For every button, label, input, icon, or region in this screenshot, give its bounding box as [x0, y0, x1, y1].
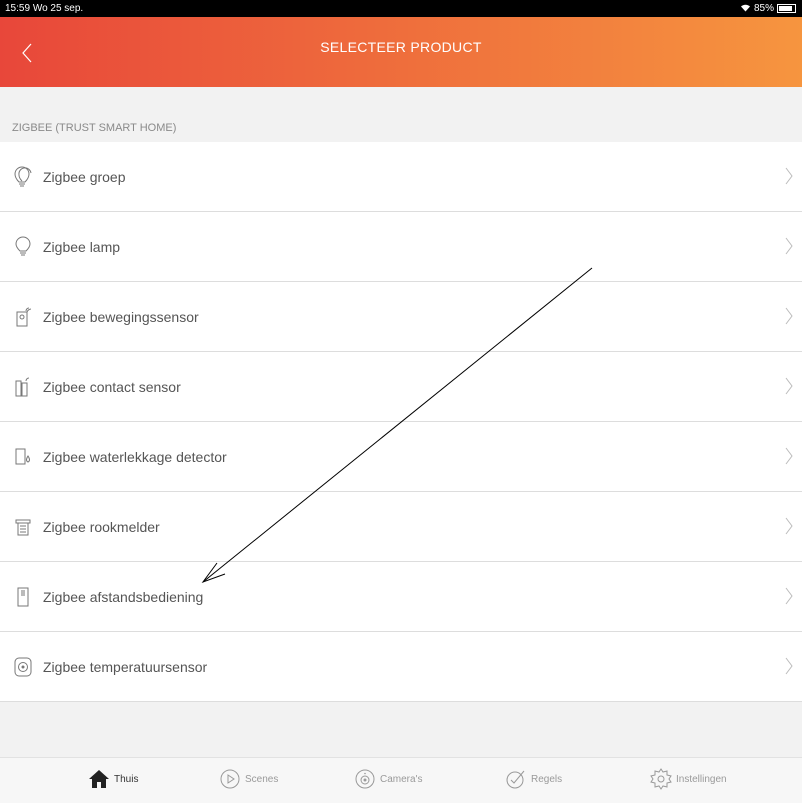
tab-label: Scenes: [245, 773, 279, 785]
home-icon: [89, 770, 109, 788]
chevron-right-icon: [785, 167, 793, 185]
chevron-right-icon: [785, 237, 793, 255]
item-label: Zigbee afstandsbediening: [43, 588, 204, 605]
play-circle-icon: [220, 769, 240, 789]
product-section: ZIGBEE (TRUST SMART HOME) Zigbee groep Z…: [0, 87, 802, 803]
list-item-zigbee-contact-sensor[interactable]: Zigbee contact sensor: [0, 352, 802, 422]
chevron-right-icon: [785, 517, 793, 535]
camera-icon: [355, 769, 375, 789]
wifi-icon: [740, 3, 751, 15]
list-item-zigbee-lamp[interactable]: Zigbee lamp: [0, 212, 802, 282]
item-label: Zigbee bewegingssensor: [43, 308, 199, 325]
section-header: ZIGBEE (TRUST SMART HOME): [12, 122, 177, 134]
navigation-bar: SELECTEER PRODUCT: [0, 17, 802, 87]
list-item-zigbee-afstandsbediening[interactable]: Zigbee afstandsbediening: [0, 562, 802, 632]
item-label: Zigbee lamp: [43, 238, 121, 255]
status-time: 15:59: [5, 3, 31, 14]
rules-icon: [506, 770, 525, 789]
item-label: Zigbee contact sensor: [43, 378, 181, 395]
product-list: Zigbee groep Zigbee lamp Zigbee beweging…: [0, 142, 802, 702]
smoke-detector-icon: [10, 514, 36, 540]
tab-bar: Thuis Scenes Camera's Regels Instellinge…: [0, 757, 802, 803]
bulb-group-icon: [10, 164, 36, 190]
tab-label: Camera's: [380, 773, 423, 785]
bulb-icon: [10, 234, 36, 260]
battery-icon: [777, 4, 796, 13]
tab-instellingen[interactable]: Instellingen: [650, 768, 727, 790]
tab-regels[interactable]: Regels: [505, 768, 562, 790]
water-leak-icon: [10, 444, 36, 470]
item-label: Zigbee rookmelder: [43, 518, 160, 535]
tab-label: Thuis: [114, 773, 139, 785]
page-title: SELECTEER PRODUCT: [320, 39, 482, 55]
chevron-left-icon[interactable]: [20, 33, 60, 73]
chevron-right-icon: [785, 657, 793, 675]
chevron-right-icon: [785, 447, 793, 465]
tab-scenes[interactable]: Scenes: [219, 768, 278, 790]
list-item-zigbee-groep[interactable]: Zigbee groep: [0, 142, 802, 212]
chevron-right-icon: [785, 587, 793, 605]
tab-label: Instellingen: [676, 773, 727, 785]
status-indicators: 85%: [740, 3, 796, 15]
list-item-zigbee-rookmelder[interactable]: Zigbee rookmelder: [0, 492, 802, 562]
status-time-date: 15:59 Wo 25 sep.: [5, 3, 83, 14]
list-item-zigbee-bewegingssensor[interactable]: Zigbee bewegingssensor: [0, 282, 802, 352]
gear-icon: [650, 768, 672, 790]
contact-sensor-icon: [10, 374, 36, 400]
item-label: Zigbee waterlekkage detector: [43, 448, 227, 465]
tab-label: Regels: [531, 773, 563, 785]
list-item-zigbee-waterlekkage-detector[interactable]: Zigbee waterlekkage detector: [0, 422, 802, 492]
status-bar: 15:59 Wo 25 sep. 85%: [0, 0, 802, 17]
remote-control-icon: [10, 584, 36, 610]
tab-cameras[interactable]: Camera's: [354, 768, 422, 790]
temperature-sensor-icon: [10, 654, 36, 680]
chevron-right-icon: [785, 377, 793, 395]
tab-thuis[interactable]: Thuis: [88, 768, 138, 790]
item-label: Zigbee groep: [43, 168, 126, 185]
chevron-right-icon: [785, 307, 793, 325]
status-date: Wo 25 sep.: [32, 3, 84, 14]
motion-sensor-icon: [10, 304, 36, 330]
item-label: Zigbee temperatuursensor: [43, 658, 208, 675]
list-item-zigbee-temperatuursensor[interactable]: Zigbee temperatuursensor: [0, 632, 802, 702]
battery-percentage: 85%: [753, 3, 774, 14]
